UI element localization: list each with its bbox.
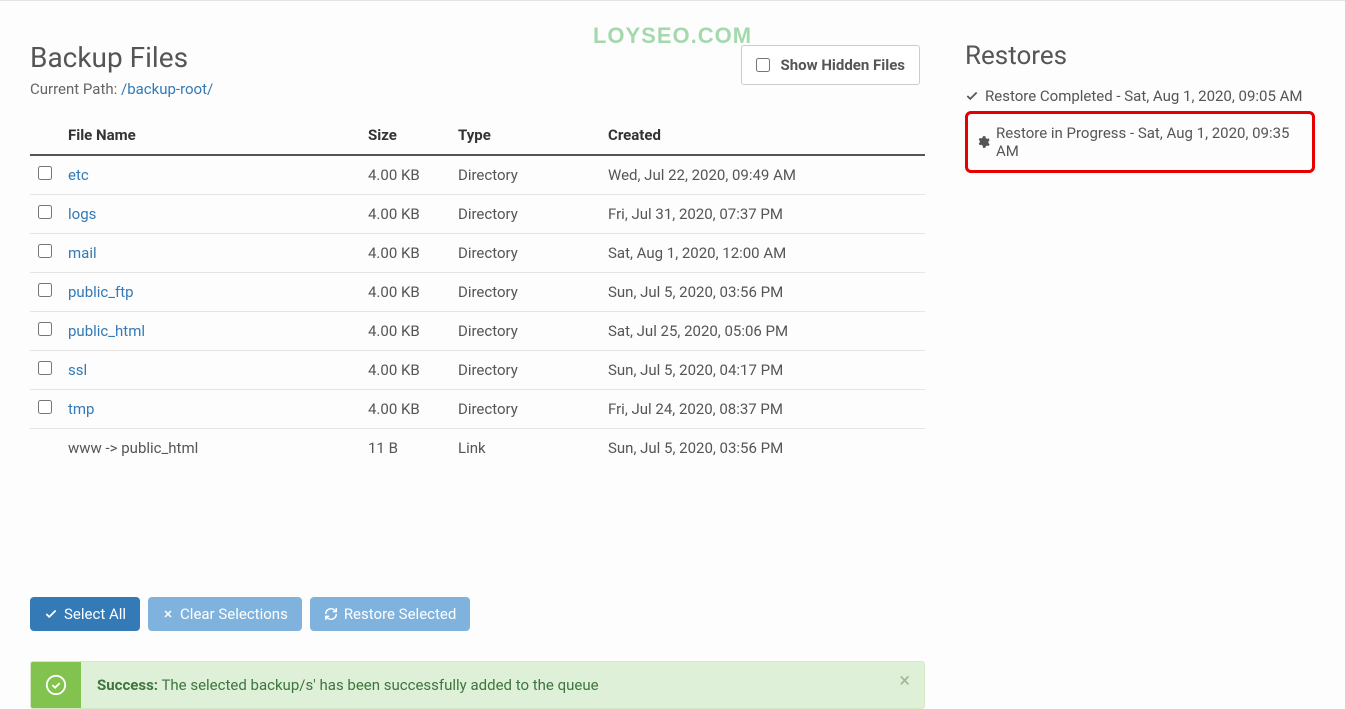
restore-completed-text: Restore Completed - Sat, Aug 1, 2020, 09… xyxy=(985,87,1303,105)
show-hidden-checkbox[interactable] xyxy=(756,58,770,72)
col-header-name: File Name xyxy=(60,116,360,155)
col-header-size: Size xyxy=(360,116,450,155)
row-checkbox[interactable] xyxy=(38,205,52,219)
refresh-icon xyxy=(324,607,338,621)
row-checkbox[interactable] xyxy=(38,361,52,375)
file-link[interactable]: etc xyxy=(68,166,89,184)
row-checkbox[interactable] xyxy=(38,283,52,297)
file-type: Directory xyxy=(450,273,600,312)
table-row: ssl 4.00 KBDirectorySun, Jul 5, 2020, 04:… xyxy=(30,351,925,390)
gear-icon xyxy=(976,135,990,149)
file-created: Fri, Jul 24, 2020, 08:37 PM xyxy=(600,390,925,429)
file-size: 4.00 KB xyxy=(360,155,450,195)
success-alert: Success: The selected backup/s' has been… xyxy=(30,661,925,709)
clear-selections-button[interactable]: Clear Selections xyxy=(148,597,302,631)
restores-title: Restores xyxy=(965,41,1315,71)
file-link[interactable]: public_ftp xyxy=(68,283,134,301)
file-type: Link xyxy=(450,429,600,468)
col-header-type: Type xyxy=(450,116,600,155)
select-all-label: Select All xyxy=(64,605,126,623)
alert-text: The selected backup/s' has been successf… xyxy=(158,676,599,694)
file-link[interactable]: ssl xyxy=(68,361,87,379)
action-bar: Select All Clear Selections Restore Sele… xyxy=(30,597,925,631)
row-checkbox[interactable] xyxy=(38,166,52,180)
table-row: public_ftp 4.00 KBDirectorySun, Jul 5, 20… xyxy=(30,273,925,312)
restore-selected-label: Restore Selected xyxy=(344,605,457,623)
file-created: Wed, Jul 22, 2020, 09:49 AM xyxy=(600,155,925,195)
path-label: Current Path: xyxy=(30,80,121,98)
restore-highlight: Restore in Progress - Sat, Aug 1, 2020, … xyxy=(965,111,1315,173)
check-icon xyxy=(44,607,58,621)
file-size: 4.00 KB xyxy=(360,234,450,273)
table-row: mail 4.00 KBDirectorySat, Aug 1, 2020, 12… xyxy=(30,234,925,273)
file-type: Directory xyxy=(450,234,600,273)
file-type: Directory xyxy=(450,351,600,390)
table-row: www -> public_html11 BLinkSun, Jul 5, 20… xyxy=(30,429,925,468)
file-size: 4.00 KB xyxy=(360,195,450,234)
alert-strong: Success: xyxy=(97,676,158,694)
select-all-button[interactable]: Select All xyxy=(30,597,140,631)
file-link[interactable]: public_html xyxy=(68,322,145,340)
files-table: File Name Size Type Created etc4.00 KBDi… xyxy=(30,116,925,467)
file-type: Directory xyxy=(450,312,600,351)
path-link[interactable]: /backup-root/ xyxy=(121,80,213,98)
file-created: Sat, Jul 25, 2020, 05:06 PM xyxy=(600,312,925,351)
x-icon xyxy=(162,608,174,620)
restore-item-progress: Restore in Progress - Sat, Aug 1, 2020, … xyxy=(976,120,1304,164)
file-link[interactable]: mail xyxy=(68,244,97,262)
file-created: Fri, Jul 31, 2020, 07:37 PM xyxy=(600,195,925,234)
clear-selections-label: Clear Selections xyxy=(180,605,288,623)
file-type: Directory xyxy=(450,195,600,234)
file-size: 4.00 KB xyxy=(360,390,450,429)
file-created: Sun, Jul 5, 2020, 03:56 PM xyxy=(600,273,925,312)
row-checkbox[interactable] xyxy=(38,244,52,258)
restore-item-completed: Restore Completed - Sat, Aug 1, 2020, 09… xyxy=(965,83,1315,109)
table-row: etc 4.00 KBDirectoryWed, Jul 22, 2020, 09… xyxy=(30,155,925,195)
table-row: public_html 4.00 KBDirectorySat, Jul 25, … xyxy=(30,312,925,351)
file-size: 11 B xyxy=(360,429,450,468)
table-row: logs 4.00 KBDirectoryFri, Jul 31, 2020, 0… xyxy=(30,195,925,234)
alert-close-button[interactable]: × xyxy=(885,662,924,698)
table-row: tmp 4.00 KBDirectoryFri, Jul 24, 2020, 08… xyxy=(30,390,925,429)
show-hidden-toggle[interactable]: Show Hidden Files xyxy=(741,45,920,85)
check-icon xyxy=(965,89,979,103)
file-link[interactable]: logs xyxy=(68,205,96,223)
file-size: 4.00 KB xyxy=(360,312,450,351)
row-checkbox[interactable] xyxy=(38,322,52,336)
file-name: www -> public_html xyxy=(60,429,360,468)
success-icon xyxy=(31,662,81,708)
file-size: 4.00 KB xyxy=(360,351,450,390)
col-header-created: Created xyxy=(600,116,925,155)
file-size: 4.00 KB xyxy=(360,273,450,312)
row-checkbox[interactable] xyxy=(38,400,52,414)
file-created: Sat, Aug 1, 2020, 12:00 AM xyxy=(600,234,925,273)
file-type: Directory xyxy=(450,390,600,429)
show-hidden-label: Show Hidden Files xyxy=(780,56,905,74)
restore-progress-text: Restore in Progress - Sat, Aug 1, 2020, … xyxy=(996,124,1304,160)
file-created: Sun, Jul 5, 2020, 03:56 PM xyxy=(600,429,925,468)
file-type: Directory xyxy=(450,155,600,195)
restore-selected-button[interactable]: Restore Selected xyxy=(310,597,471,631)
file-link[interactable]: tmp xyxy=(68,400,94,418)
file-created: Sun, Jul 5, 2020, 04:17 PM xyxy=(600,351,925,390)
